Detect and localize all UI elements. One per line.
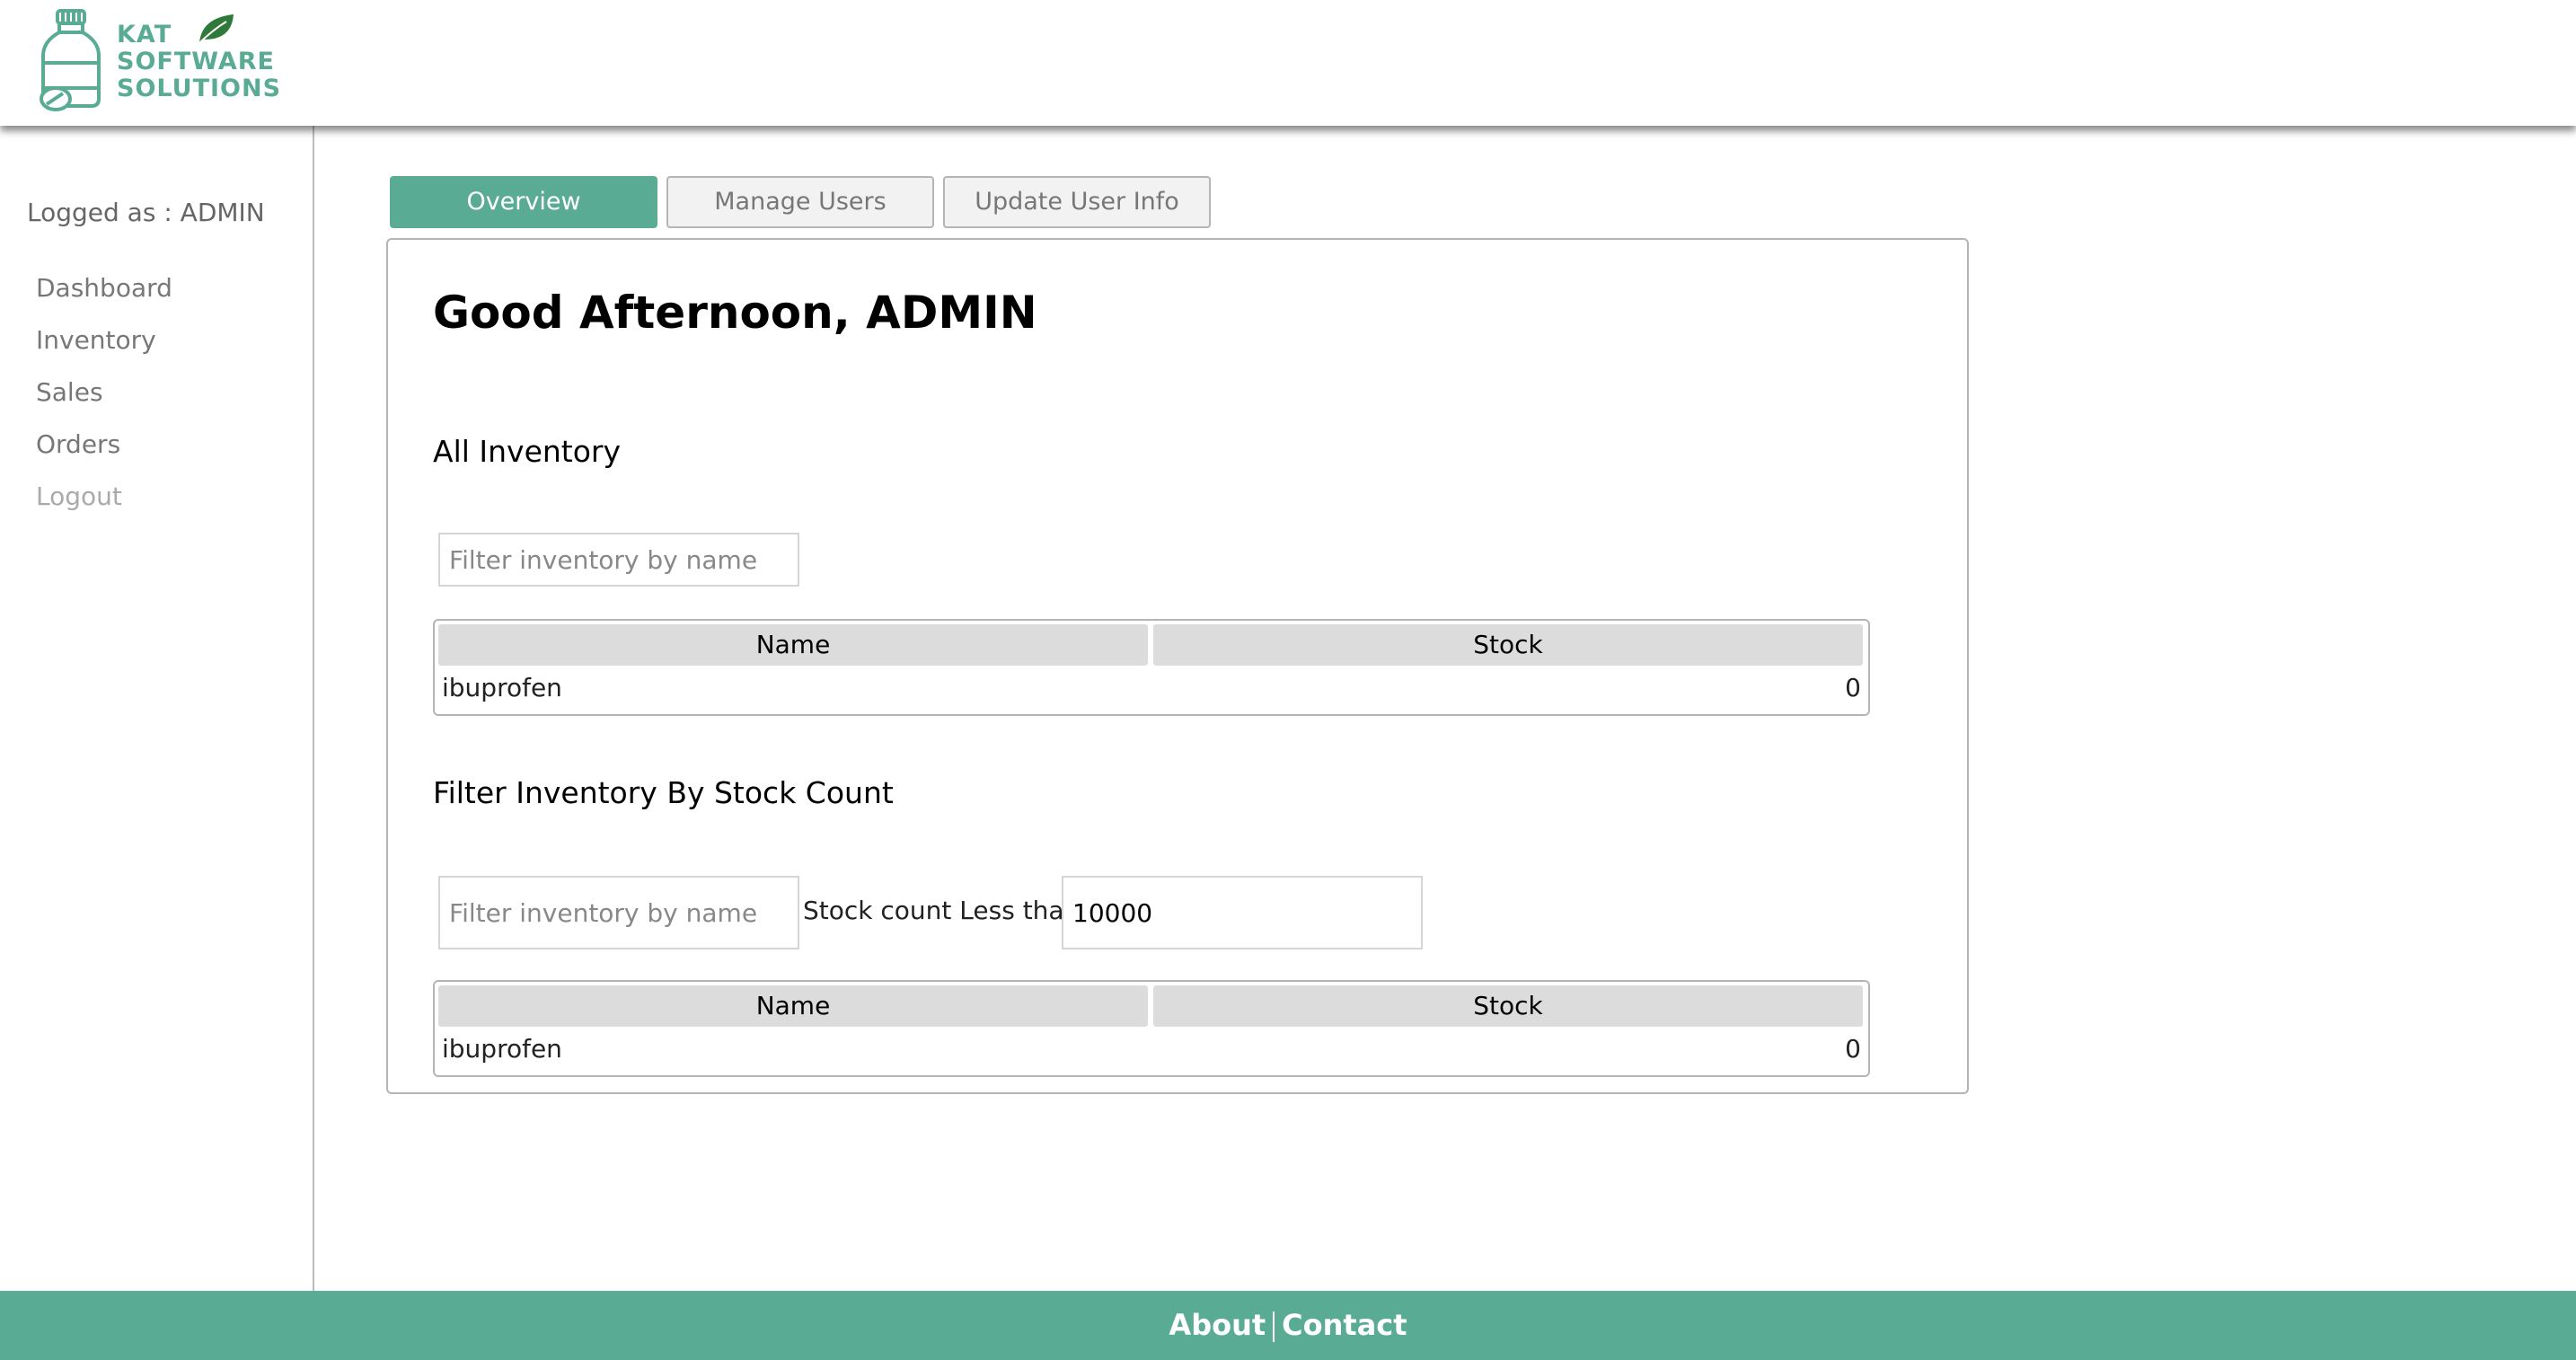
contact-link[interactable]: Contact — [1282, 1308, 1407, 1342]
greeting-heading: Good Afternoon, ADMIN — [433, 287, 1037, 339]
tab-update-user-info[interactable]: Update User Info — [943, 176, 1211, 228]
all-inventory-title: All Inventory — [433, 434, 622, 469]
footer-divider — [1273, 1311, 1275, 1342]
header: KAT SOFTWARE SOLUTIONS — [0, 0, 2576, 126]
sidebar-item-dashboard[interactable]: Dashboard — [36, 273, 172, 303]
sidebar-item-orders[interactable]: Orders — [36, 429, 120, 459]
stock-name-filter-input[interactable] — [438, 876, 799, 949]
about-link[interactable]: About — [1169, 1308, 1266, 1342]
stock-filter-title: Filter Inventory By Stock Count — [433, 775, 894, 810]
tab-manage-users[interactable]: Manage Users — [666, 176, 934, 228]
brand-line-1: KAT — [117, 21, 172, 49]
brand-logo[interactable]: KAT SOFTWARE SOLUTIONS — [32, 5, 302, 113]
column-header-stock[interactable]: Stock — [1153, 985, 1863, 1027]
row-stock-cell: 0 — [1845, 1034, 1861, 1064]
row-stock-cell: 0 — [1845, 673, 1861, 702]
inventory-name-filter-input[interactable] — [438, 533, 799, 587]
stock-count-input[interactable] — [1062, 876, 1423, 949]
sidebar: Logged as : ADMIN Dashboard Inventory Sa… — [0, 126, 314, 1291]
sidebar-item-logout[interactable]: Logout — [36, 481, 122, 511]
row-name-cell: ibuprofen — [442, 1034, 562, 1064]
sidebar-item-sales[interactable]: Sales — [36, 377, 103, 407]
logged-as-label: Logged as : ADMIN — [27, 198, 265, 227]
brand-line-3: SOLUTIONS — [117, 75, 282, 102]
all-inventory-table: Name Stock ibuprofen 0 — [433, 619, 1870, 716]
stock-filter-table: Name Stock ibuprofen 0 — [433, 980, 1870, 1077]
tab-overview[interactable]: Overview — [390, 176, 657, 228]
column-header-stock[interactable]: Stock — [1153, 624, 1863, 666]
brand-line-2: SOFTWARE — [117, 48, 275, 75]
overview-panel: Good Afternoon, ADMIN All Inventory Name… — [386, 238, 1969, 1094]
brand-name: KAT SOFTWARE SOLUTIONS — [117, 22, 281, 102]
stock-count-label: Stock count Less than: — [803, 896, 1089, 925]
column-header-name[interactable]: Name — [438, 985, 1148, 1027]
sidebar-item-inventory[interactable]: Inventory — [36, 325, 156, 355]
column-header-name[interactable]: Name — [438, 624, 1148, 666]
medicine-bottle-icon — [40, 9, 101, 111]
row-name-cell: ibuprofen — [442, 673, 562, 702]
footer: About Contact — [0, 1291, 2576, 1360]
